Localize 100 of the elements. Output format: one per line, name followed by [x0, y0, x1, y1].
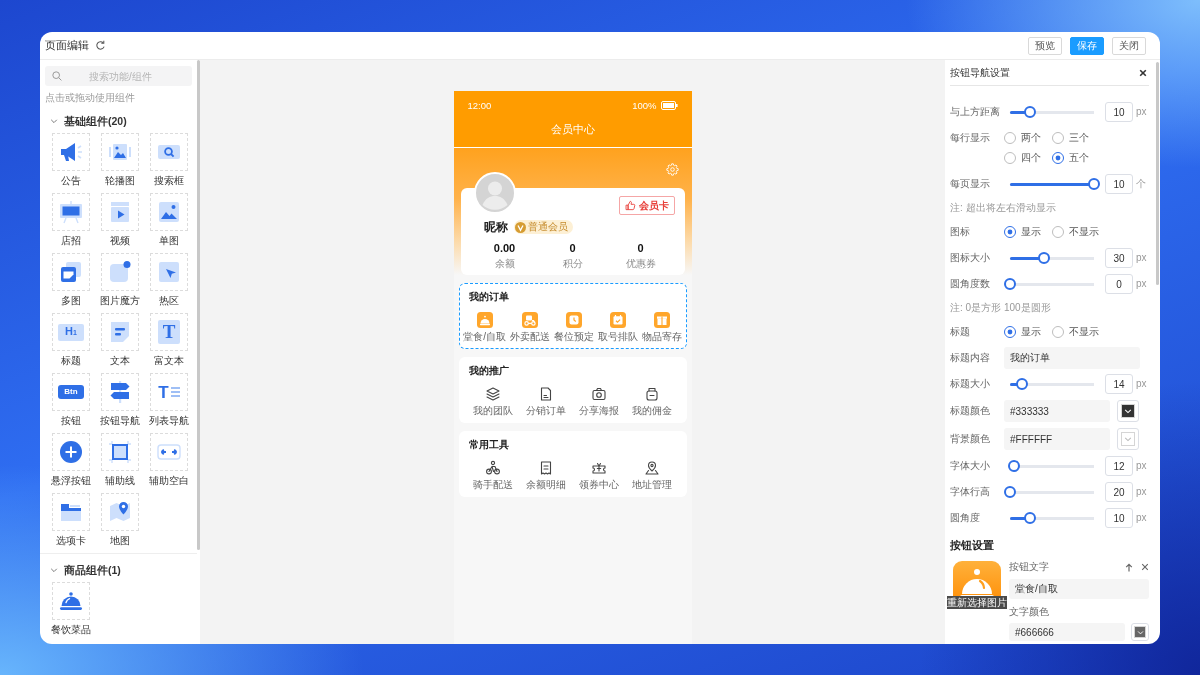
nav-item[interactable]: 我的团队 [472, 386, 513, 417]
slider-handle[interactable] [1024, 106, 1037, 118]
radio-option[interactable]: 四个 [1004, 148, 1052, 168]
arrow-up-icon[interactable] [1125, 562, 1133, 572]
scrollbar-thumb[interactable] [197, 60, 200, 550]
component-tile[interactable]: T [150, 373, 188, 411]
component-tile[interactable] [52, 493, 90, 531]
signboard-icon [59, 200, 83, 224]
field-label: 字体行高 [950, 486, 991, 498]
radio-option[interactable]: 三个 [1052, 128, 1108, 148]
field-label: 标题 [950, 325, 971, 339]
nav-item[interactable]: 余额明细 [525, 460, 566, 491]
nav-item[interactable]: 地址管理 [632, 460, 673, 491]
menu-card[interactable]: 我的订单 堂食/自取 外卖配送 餐位预定 取号排队 物品寄存 [458, 283, 687, 349]
unit-label: px [1136, 106, 1147, 118]
component-label: 地图 [110, 535, 130, 547]
field-label: 字体大小 [950, 460, 991, 472]
component-tile[interactable] [52, 193, 90, 231]
menu-card[interactable]: 我的推广 我的团队 分销订单 分享海报 我的佣金 [458, 357, 687, 423]
component-tile[interactable] [101, 493, 139, 531]
radio-option[interactable]: 不显示 [1052, 222, 1108, 242]
component-tile[interactable] [150, 133, 188, 171]
slider-handle[interactable] [1004, 486, 1016, 498]
close-icon[interactable] [1139, 68, 1147, 77]
layers-icon [484, 386, 501, 402]
slider-handle[interactable] [1004, 278, 1016, 290]
member-card-button[interactable]: 会员卡 [618, 196, 675, 215]
number-input[interactable]: 0 [1105, 274, 1133, 294]
change-image-button[interactable]: 重新选择图片 [947, 596, 1007, 609]
field-label: 图标 [950, 225, 971, 239]
member-level: 普通会员 [527, 221, 568, 234]
group-header[interactable]: 商品组件(1) [45, 562, 192, 578]
field-label: 按钮文字 [1009, 561, 1049, 573]
nav-item[interactable]: 我的佣金 [632, 386, 673, 417]
component-tile[interactable] [150, 253, 188, 291]
color-input[interactable]: #666666 [1009, 623, 1125, 641]
component-tile[interactable] [52, 133, 90, 171]
slider-handle[interactable] [1008, 460, 1021, 472]
number-input[interactable]: 30 [1105, 248, 1133, 268]
field-label: 图标大小 [950, 252, 991, 264]
component-tile[interactable] [150, 433, 188, 471]
thumbs-up-icon [624, 200, 636, 211]
close-button[interactable]: 关闭 [1112, 36, 1146, 55]
number-input[interactable]: 12 [1105, 456, 1133, 476]
component-tile[interactable]: Btn [52, 373, 90, 411]
number-input[interactable]: 10 [1105, 508, 1133, 528]
nav-item[interactable]: 堂食/自取 [463, 312, 507, 343]
unit-label: px [1136, 512, 1147, 524]
section-title: 常用工具 [467, 439, 510, 451]
nav-item[interactable]: 物品寄存 [641, 312, 682, 343]
scrollbar-thumb[interactable] [1156, 62, 1159, 285]
component-label: 选项卡 [56, 535, 86, 547]
number-input[interactable]: 20 [1105, 482, 1133, 502]
field-label: 与上方距离 [950, 106, 1001, 118]
hint-text: 注: 超出将左右滑动显示 [950, 201, 1057, 215]
hint-text: 注: 0是方形 100是圆形 [950, 301, 1052, 315]
component-tile[interactable] [52, 582, 90, 620]
radio-option[interactable]: 两个 [1004, 128, 1052, 148]
component-label: 单图 [159, 235, 179, 247]
component-tile[interactable] [52, 253, 90, 291]
nav-item[interactable]: 餐位预定 [553, 312, 594, 343]
radio-option[interactable]: 不显示 [1052, 322, 1108, 342]
component-label: 搜索框 [154, 175, 184, 187]
radio-option[interactable]: 显示 [1004, 322, 1052, 342]
component-tile[interactable] [150, 193, 188, 231]
nav-item[interactable]: 外卖配送 [510, 312, 550, 343]
nav-item[interactable]: 骑手配送 [472, 460, 513, 491]
color-input[interactable]: #333333 [1004, 400, 1110, 422]
component-tile[interactable] [101, 433, 139, 471]
component-tile[interactable] [101, 373, 139, 411]
component-tile[interactable] [52, 433, 90, 471]
nav-item[interactable]: 取号排队 [597, 312, 638, 343]
refresh-icon[interactable] [95, 40, 106, 51]
number-input[interactable]: 10 [1105, 174, 1133, 194]
group-header[interactable]: 基础组件(20) [45, 113, 192, 129]
radio-option[interactable]: 五个 [1052, 148, 1108, 168]
radio-option[interactable]: 显示 [1004, 222, 1052, 242]
nav-item[interactable]: 分销订单 [525, 386, 566, 417]
signpost-icon [108, 380, 132, 404]
component-label: 热区 [159, 295, 179, 307]
color-input[interactable]: #FFFFFF [1004, 428, 1110, 450]
number-input[interactable]: 14 [1105, 374, 1133, 394]
nav-item[interactable]: 领券中心 [579, 460, 620, 491]
status-time: 12:00 [467, 100, 492, 112]
number-input[interactable]: 10 [1105, 102, 1133, 122]
text-input[interactable]: 堂食/自取 [1009, 579, 1149, 599]
video-play-icon [108, 200, 132, 224]
slider-handle[interactable] [1037, 252, 1050, 264]
component-tile[interactable] [101, 193, 139, 231]
slider-handle[interactable] [1088, 178, 1100, 190]
section-title: 我的订单 [467, 291, 510, 303]
component-tile[interactable] [101, 133, 139, 171]
menu-card[interactable]: 常用工具 骑手配送 余额明细 领券中心 地址管理 [458, 431, 687, 497]
slider-handle[interactable] [1015, 378, 1028, 390]
text-input[interactable]: 我的订单 [1004, 347, 1140, 369]
component-tile[interactable] [101, 313, 139, 351]
component-tile[interactable] [101, 253, 139, 291]
slider-handle[interactable] [1024, 512, 1037, 524]
preview-button[interactable]: 预览 [1028, 36, 1062, 55]
nav-item[interactable]: 分享海报 [579, 386, 620, 417]
